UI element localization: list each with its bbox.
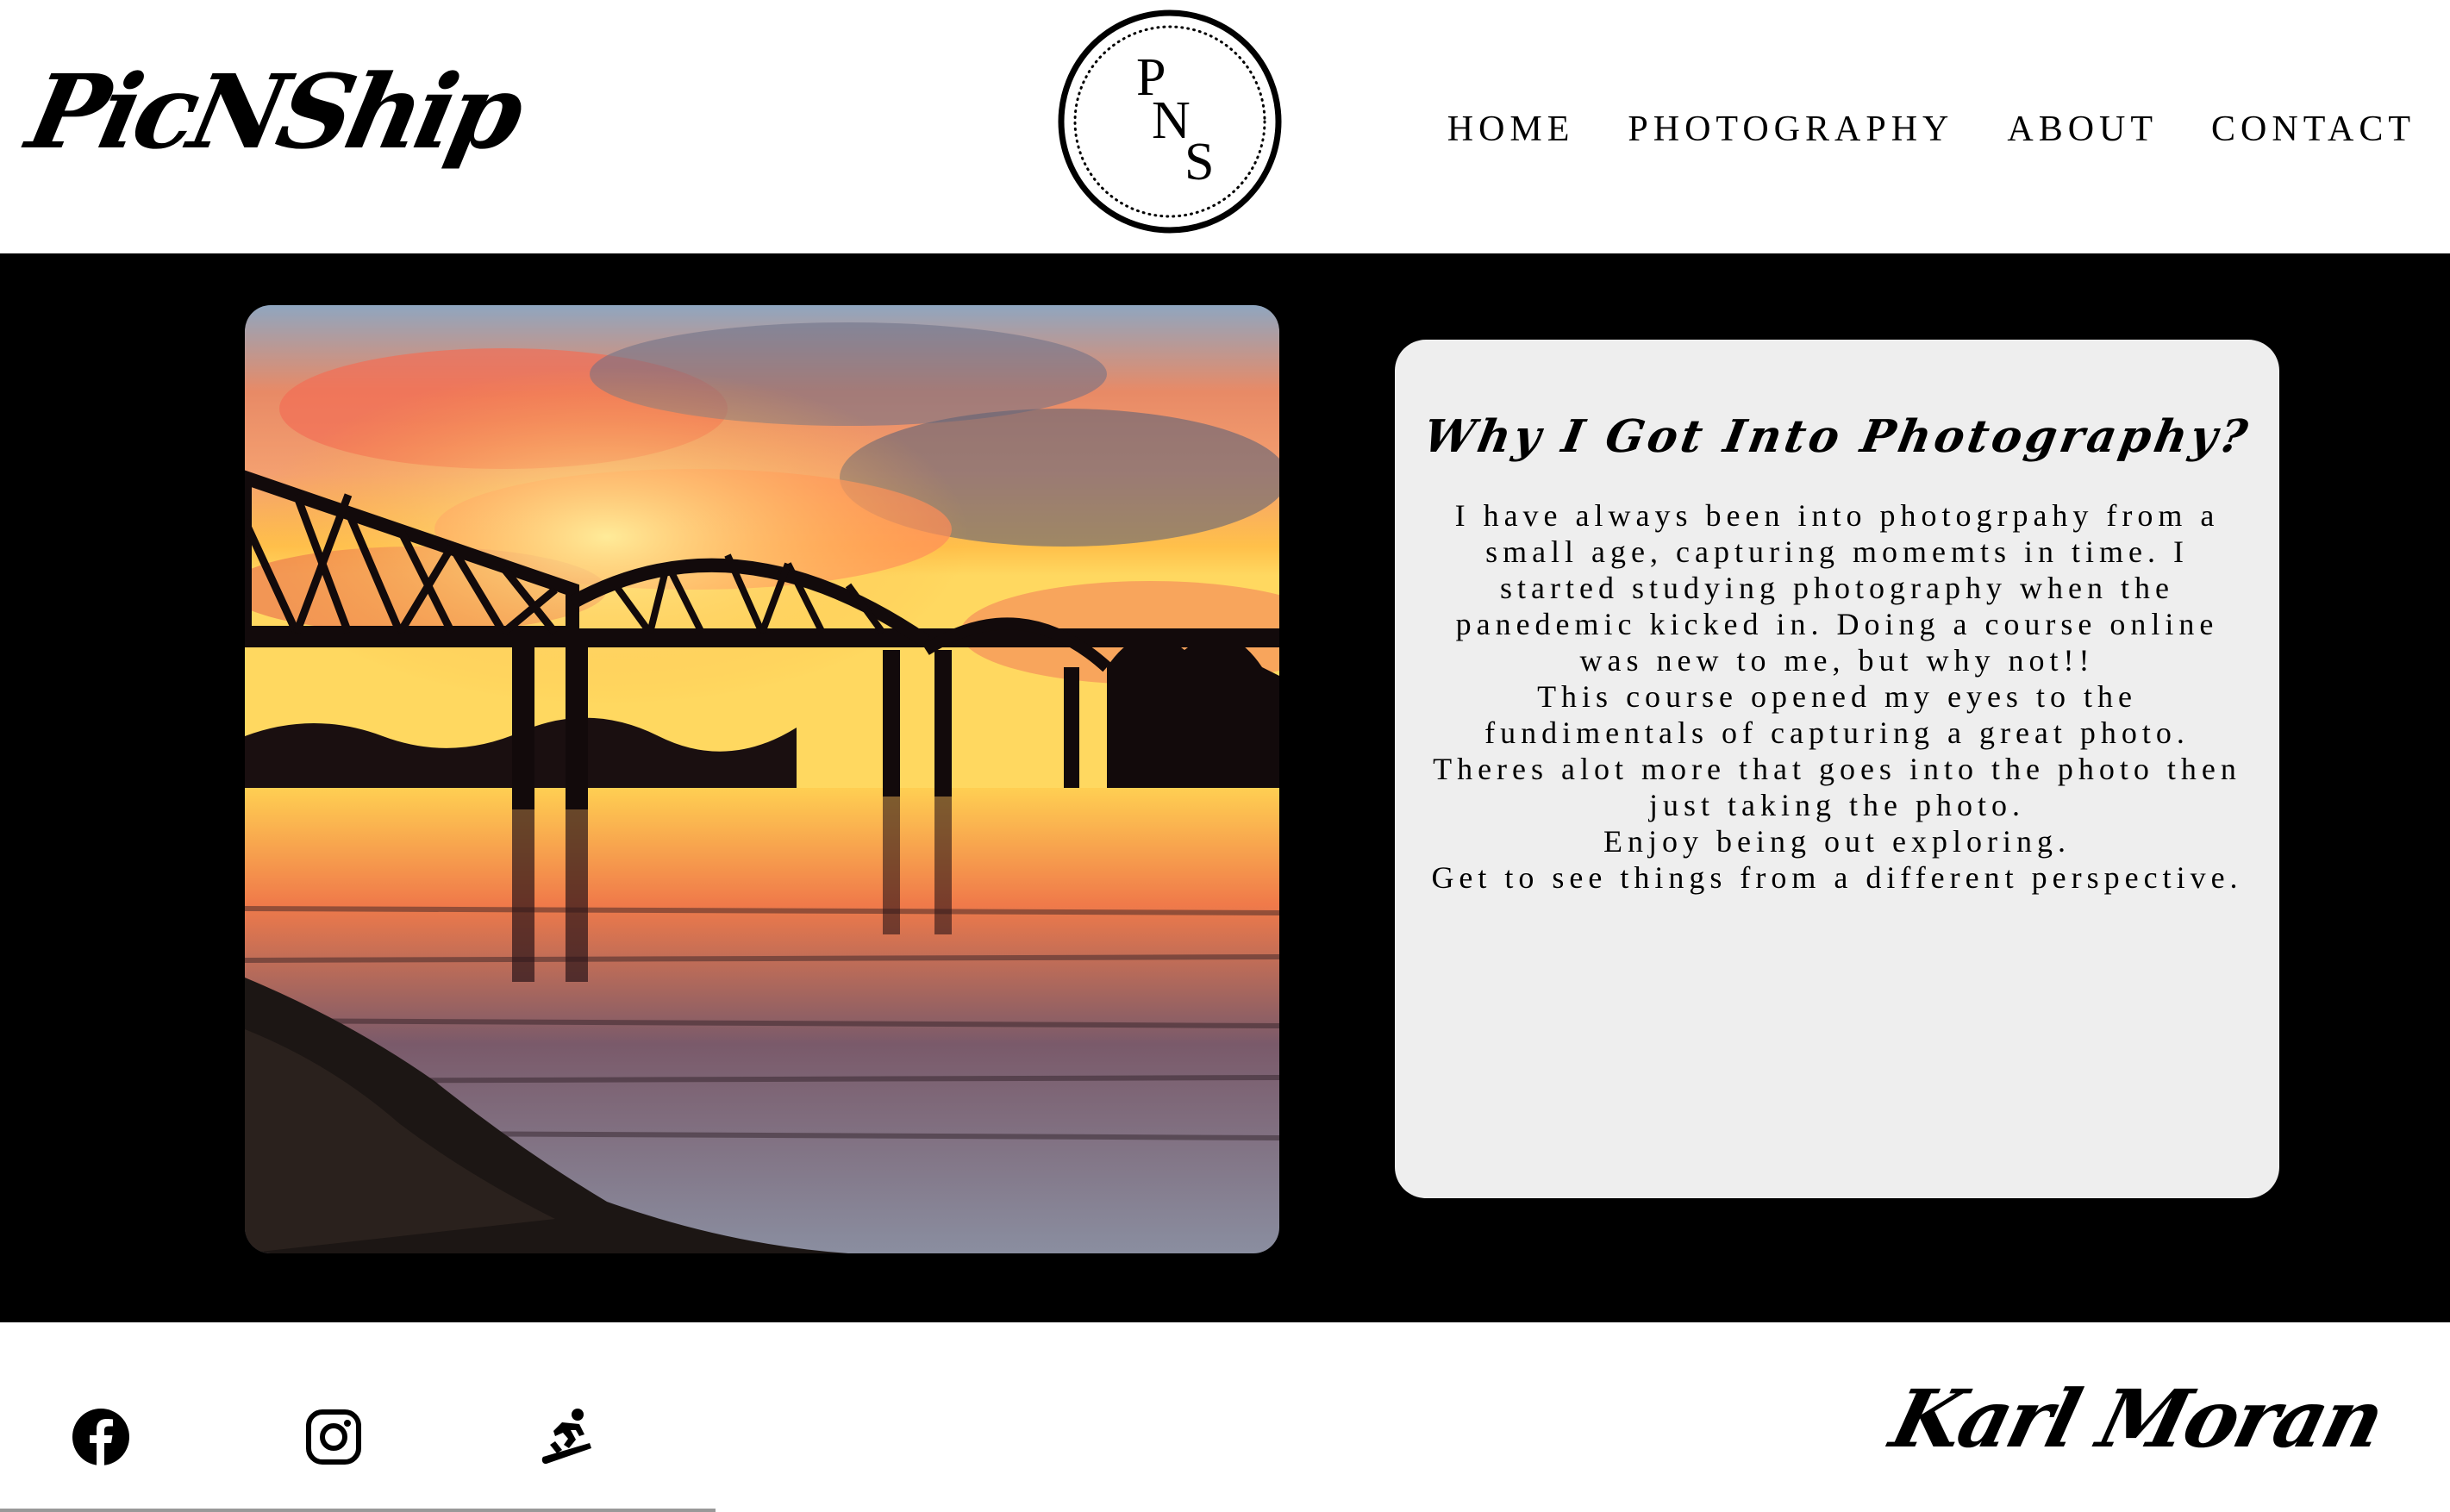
pns-emblem-logo[interactable]: P N S bbox=[1057, 9, 1283, 234]
sunset-bridge-photo bbox=[245, 305, 1279, 1253]
card-paragraph: Get to see things from a different persp… bbox=[1431, 860, 2243, 895]
card-paragraph: This course opened my eyes to the fundim… bbox=[1433, 679, 2241, 822]
card-body: I have always been into photogrpahy from… bbox=[1423, 497, 2251, 896]
main-nav: HOME PHOTOGRAPHY ABOUT CONTACT bbox=[1447, 109, 2416, 150]
nav-photography[interactable]: PHOTOGRAPHY bbox=[1628, 109, 1953, 150]
instagram-link[interactable] bbox=[303, 1407, 364, 1467]
card-paragraph: Enjoy being out exploring. bbox=[1603, 824, 2071, 859]
emblem-letter-s: S bbox=[1184, 133, 1214, 191]
signature: Karl Moran bbox=[1882, 1372, 2391, 1465]
snowboard-link[interactable] bbox=[536, 1407, 597, 1467]
snowboarder-icon bbox=[541, 1409, 591, 1465]
card-paragraph: I have always been into photogrpahy from… bbox=[1454, 498, 2220, 678]
about-card: Why I Got Into Photography? I have alway… bbox=[1395, 340, 2279, 1198]
facebook-link[interactable] bbox=[71, 1407, 131, 1467]
site-header: PicNShip P N S HOME PHOTOGRAPHY ABOUT CO… bbox=[0, 0, 2450, 253]
nav-contact[interactable]: CONTACT bbox=[2211, 109, 2416, 150]
brand-logo[interactable]: PicNShip bbox=[18, 52, 529, 172]
hero-section: Why I Got Into Photography? I have alway… bbox=[0, 253, 2450, 1322]
instagram-icon bbox=[306, 1409, 361, 1465]
site-footer: Karl Moran bbox=[0, 1322, 2450, 1512]
card-title: Why I Got Into Photography? bbox=[1419, 410, 2255, 463]
nav-home[interactable]: HOME bbox=[1447, 109, 1575, 150]
facebook-icon bbox=[72, 1409, 129, 1465]
footer-divider bbox=[0, 1509, 716, 1512]
nav-about[interactable]: ABOUT bbox=[2007, 109, 2158, 150]
